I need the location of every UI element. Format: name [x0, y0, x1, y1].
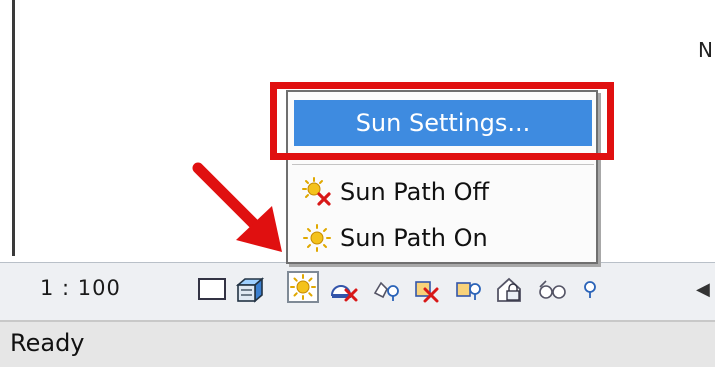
sun-path-on-label: Sun Path On	[340, 224, 488, 252]
highlight-box	[270, 82, 614, 160]
show-rendering-dialog-icon[interactable]	[370, 273, 402, 305]
north-label: N	[698, 38, 713, 62]
sun-path-off-icon	[302, 177, 332, 207]
menu-item-sun-path-on[interactable]: Sun Path On	[292, 216, 592, 260]
menu-item-sun-path-off[interactable]: Sun Path Off	[292, 170, 592, 214]
status-text: Ready	[10, 329, 85, 357]
temporary-hide-icon[interactable]	[494, 273, 526, 305]
view-boundary-line	[12, 0, 15, 256]
scroll-left-arrow-icon[interactable]: ◀	[696, 279, 710, 300]
temporary-view-properties-icon[interactable]	[574, 273, 606, 305]
visual-style-icon[interactable]	[234, 273, 266, 305]
view-scale[interactable]: 1 : 100	[40, 276, 121, 300]
detail-level-icon[interactable]	[196, 273, 228, 305]
sun-path-on-icon	[302, 223, 332, 253]
reveal-hidden-icon[interactable]	[536, 273, 568, 305]
sun-path-off-label: Sun Path Off	[340, 178, 490, 206]
status-bar: Ready	[0, 320, 715, 367]
crop-view-icon[interactable]	[410, 273, 442, 305]
menu-separator	[292, 164, 594, 165]
show-crop-region-icon[interactable]	[452, 273, 484, 305]
view-control-bar: 1 : 100 ◀	[0, 262, 715, 320]
sun-path-icon[interactable]	[287, 271, 319, 303]
shadows-off-icon[interactable]	[328, 273, 360, 305]
red-arrow-icon	[192, 162, 282, 252]
